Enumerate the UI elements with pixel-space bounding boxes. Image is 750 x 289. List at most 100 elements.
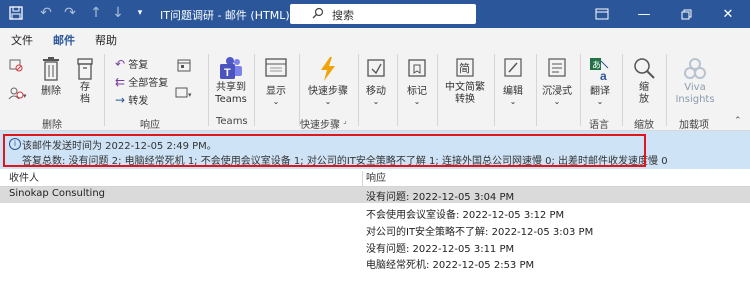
group-separator (580, 54, 581, 126)
group-label-addins: 加载项 (679, 120, 709, 131)
tab-help[interactable]: 帮助 (95, 32, 117, 48)
title-bar: ↶ ↷ ↑ ↓ ▾ IT问题调研 - 邮件 (HTML) 搜索 — ✕ (0, 0, 750, 28)
save-icon[interactable] (8, 5, 24, 21)
forward-label: 转发 (128, 96, 149, 107)
delete-label: 删除 (41, 86, 61, 97)
chevron-down-icon: ⌄ (413, 97, 421, 106)
delete-button[interactable]: 删除 (38, 56, 64, 97)
viva-insights-icon (684, 58, 706, 79)
svg-text:T: T (224, 67, 231, 79)
redo-icon[interactable]: ↷ (62, 5, 78, 21)
chinese-convert-label: 中文简繁 转换 (445, 82, 485, 105)
close-button[interactable]: ✕ (708, 0, 748, 28)
trash-icon (43, 57, 59, 81)
response-cell: 不会使用会议室设备: 2022-12-05 3:12 PM (366, 210, 565, 221)
edit-button[interactable]: 编辑 ⌄ (499, 56, 527, 106)
chevron-down-icon: ⌄ (272, 97, 280, 106)
table-row[interactable]: Sinokap Consulting 没有问题: 2022-12-05 3:04… (0, 187, 750, 203)
chevron-down-icon: ⌄ (596, 97, 604, 106)
group-separator (622, 54, 623, 126)
chevron-down-icon: ⌄ (372, 97, 380, 106)
lightning-icon (321, 57, 335, 81)
immersive-reader-icon (548, 58, 566, 77)
undo-icon[interactable]: ↶ (38, 5, 54, 21)
restore-button[interactable] (666, 0, 706, 28)
tab-message[interactable]: 邮件 (53, 32, 75, 52)
tracking-table: 收件人 响应 Sinokap Consulting 没有问题: 2022-12-… (0, 171, 750, 289)
svg-text:▾: ▾ (188, 91, 192, 99)
reply-all-button[interactable]: ⇇ 全部答复 (115, 74, 168, 89)
column-divider[interactable] (362, 171, 363, 186)
group-separator (536, 54, 537, 126)
ignore-icon (9, 59, 23, 72)
immersive-button[interactable]: 沉浸式 ⌄ (540, 56, 574, 106)
move-button[interactable]: 移动 ⌄ (362, 56, 390, 106)
more-respond-button[interactable]: ▾ (174, 86, 196, 100)
search-input[interactable]: 搜索 (290, 4, 476, 24)
tag-icon (408, 59, 426, 77)
quick-steps-button[interactable]: 快速步骤 ⌄ (304, 56, 352, 106)
archive-button[interactable]: 存档 (72, 56, 98, 106)
chevron-down-icon: ⌄ (553, 97, 561, 106)
table-row[interactable]: 没有问题: 2022-12-05 3:11 PM (0, 239, 750, 255)
ribbon-display-options-icon[interactable] (582, 0, 622, 28)
forward-icon: → (115, 93, 126, 107)
window-title: IT问题调研 - 邮件 (HTML) (160, 9, 290, 22)
arrow-up-icon[interactable]: ↑ (88, 5, 104, 21)
reply-all-label: 全部答复 (128, 78, 169, 89)
display-button[interactable]: 显示 ⌄ (260, 56, 292, 106)
group-label-delete: 删除 (42, 120, 62, 131)
recipient-cell: Sinokap Consulting (9, 188, 106, 199)
table-row[interactable]: 对公司的IT安全策略不了解: 2022-12-05 3:03 PM (0, 222, 750, 238)
column-header-recipient[interactable]: 收件人 (9, 171, 39, 186)
ignore-button[interactable] (7, 58, 25, 72)
meeting-reply-button[interactable] (176, 58, 192, 72)
minimize-button[interactable]: — (624, 0, 664, 28)
table-row[interactable]: 电脑经常死机: 2022-12-05 2:53 PM (0, 255, 750, 271)
tags-label: 标记 (407, 86, 427, 97)
edit-icon (504, 58, 522, 77)
group-separator (104, 54, 105, 126)
zoom-icon (634, 58, 655, 79)
forward-button[interactable]: → 转发 (115, 92, 148, 107)
zoom-button[interactable]: 缩放 (628, 56, 660, 106)
highlight-box (3, 134, 646, 167)
archive-label: 存档 (80, 82, 90, 105)
move-label: 移动 (366, 86, 386, 97)
ribbon-tabs: 文件 邮件 帮助 (0, 28, 750, 52)
group-separator (358, 54, 359, 126)
reply-button[interactable]: ↶ 答复 (115, 56, 148, 71)
group-label-quick-steps: 快速步骤 (300, 120, 340, 131)
table-row[interactable]: 不会使用会议室设备: 2022-12-05 3:12 PM (0, 205, 750, 221)
junk-icon: ▾ (8, 87, 27, 100)
share-to-teams-button[interactable]: T 共享到 Teams (213, 56, 249, 106)
viva-insights-button[interactable]: Viva Insights (672, 56, 718, 106)
group-label-respond: 响应 (140, 120, 160, 131)
translate-button[interactable]: あa 翻译 ⌄ (585, 56, 615, 106)
more-respond-icon: ▾ (175, 87, 192, 99)
collapse-ribbon-icon[interactable]: ⌃ (734, 116, 742, 126)
ribbon: ▾ 删除 存档 删除 ↶ 答复 ⇇ 全部答复 → 转发 ▾ 响应 T 共享到 T… (0, 50, 750, 131)
dialog-launcher-icon[interactable]: ⌟ (343, 116, 347, 125)
viva-insights-label: Viva Insights (675, 82, 715, 105)
response-cell: 对公司的IT安全策略不了解: 2022-12-05 3:03 PM (366, 227, 594, 238)
tab-file[interactable]: 文件 (11, 32, 33, 48)
junk-button[interactable]: ▾ (7, 86, 29, 100)
display-icon (265, 58, 287, 77)
translate-label: 翻译 (590, 86, 610, 97)
group-separator (666, 54, 667, 126)
chinese-convert-button[interactable]: 简 中文简繁 转换 (441, 56, 489, 106)
svg-text:▾: ▾ (23, 92, 27, 100)
customize-quick-access-icon[interactable]: ▾ (132, 5, 148, 21)
group-separator (494, 54, 495, 126)
arrow-down-icon[interactable]: ↓ (110, 5, 126, 21)
column-header-response[interactable]: 响应 (366, 171, 386, 186)
group-separator (254, 54, 255, 126)
tags-button[interactable]: 标记 ⌄ (403, 56, 431, 106)
chinese-convert-icon: 简 (456, 58, 474, 77)
teams-icon: T (220, 57, 242, 79)
group-label-teams: Teams (216, 116, 248, 127)
svg-text:a: a (600, 69, 607, 82)
response-cell: 没有问题: 2022-12-05 3:11 PM (366, 244, 515, 255)
group-separator (397, 54, 398, 126)
